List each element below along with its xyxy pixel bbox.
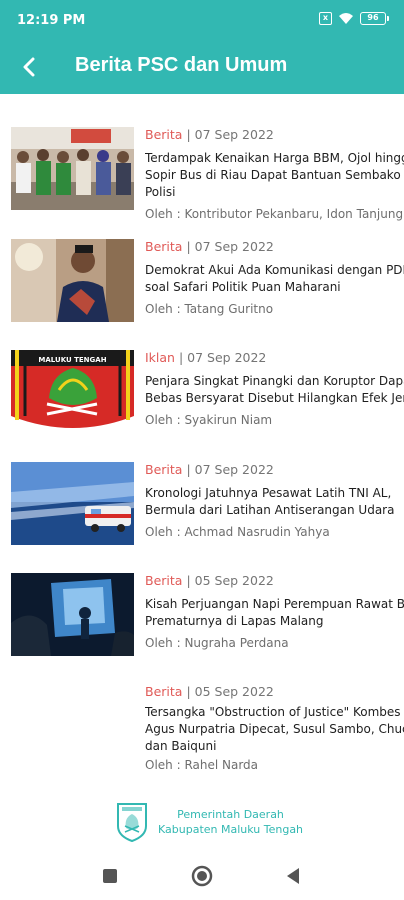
- news-category: Berita: [145, 684, 183, 699]
- news-category: Berita: [145, 127, 183, 142]
- footer-line-1: Pemerintah Daerah: [177, 808, 284, 821]
- news-text: Berita | 05 Sep 2022 Kisah Perjuangan Na…: [145, 573, 404, 651]
- news-item[interactable]: Berita | 05 Sep 2022 Tersangka "Obstruct…: [0, 684, 404, 804]
- status-icons: x 96: [319, 11, 389, 25]
- news-author: Oleh : Tatang Guritno: [145, 302, 274, 316]
- triangle-back-icon[interactable]: [282, 864, 306, 888]
- chevron-left-icon: [23, 57, 35, 77]
- news-meta: Berita | 05 Sep 2022: [145, 684, 274, 699]
- back-button[interactable]: [12, 50, 46, 84]
- news-meta: Berita | 05 Sep 2022: [145, 573, 274, 588]
- news-title: Demokrat Akui Ada Komunikasi dengan PDIP…: [145, 263, 404, 294]
- square-icon[interactable]: [98, 864, 122, 888]
- news-author: Oleh : Achmad Nasrudin Yahya: [145, 525, 330, 539]
- news-author: Oleh : Nugraha Perdana: [145, 636, 289, 650]
- news-date: 07 Sep 2022: [194, 462, 274, 477]
- page-title: Berita PSC dan Umum: [75, 54, 288, 76]
- footer-line-2: Kabupaten Maluku Tengah: [158, 823, 304, 836]
- news-item[interactable]: Berita | 07 Sep 2022 Kronologi Jatuhnya …: [0, 462, 404, 562]
- news-date: 05 Sep 2022: [194, 684, 274, 699]
- system-nav-bar: [0, 852, 404, 900]
- news-text: Berita | 07 Sep 2022 Kronologi Jatuhnya …: [145, 462, 404, 540]
- news-date: 07 Sep 2022: [187, 350, 267, 365]
- news-item[interactable]: Berita | 07 Sep 2022 Terdampak Kenaikan …: [0, 127, 404, 227]
- news-category: Iklan: [145, 350, 175, 365]
- news-title: Terdampak Kenaikan Harga BBM, Ojol hingg…: [145, 151, 404, 199]
- status-bar: 12:19 PM x 96: [0, 0, 404, 40]
- news-title: Kronologi Jatuhnya Pesawat Latih TNI AL,…: [145, 486, 395, 517]
- news-text: Iklan | 07 Sep 2022 Penjara Singkat Pina…: [145, 350, 404, 428]
- news-date: 07 Sep 2022: [194, 127, 274, 142]
- wifi-icon: [339, 13, 353, 24]
- footer-text: Pemerintah Daerah Kabupaten Maluku Tenga…: [158, 807, 303, 837]
- app-header: 12:19 PM x 96 Berita PSC dan Umum: [0, 0, 404, 94]
- news-thumbnail: [11, 573, 134, 656]
- news-meta: Berita | 07 Sep 2022: [145, 462, 274, 477]
- news-title: Penjara Singkat Pinangki dan Koruptor Da…: [145, 374, 404, 405]
- thumbnail-caption: MALUKU TENGAH: [38, 356, 106, 364]
- circle-icon[interactable]: [190, 864, 214, 888]
- news-author: Oleh : Rahel Narda: [145, 758, 259, 772]
- news-author: Oleh : Syakirun Niam: [145, 413, 273, 427]
- app-bar: Berita PSC dan Umum: [0, 40, 404, 94]
- news-thumbnail: [11, 239, 134, 322]
- sim-icon: x: [319, 11, 332, 25]
- news-category: Berita: [145, 462, 183, 477]
- news-author: Oleh : Kontributor Pekanbaru, Idon Tanju…: [145, 207, 404, 221]
- battery-icon: 96: [360, 11, 389, 25]
- news-title: Kisah Perjuangan Napi Perempuan Rawat Ba…: [145, 597, 404, 628]
- news-meta: Berita | 07 Sep 2022: [145, 239, 274, 254]
- news-meta: Iklan | 07 Sep 2022: [145, 350, 267, 365]
- news-thumbnail: [11, 127, 134, 210]
- news-item[interactable]: Berita | 05 Sep 2022 Kisah Perjuangan Na…: [0, 573, 404, 673]
- news-item[interactable]: MALUKU TENGAH Iklan | 07 Sep 2022 Penjar…: [0, 350, 404, 450]
- news-category: Berita: [145, 573, 183, 588]
- news-item[interactable]: Berita | 07 Sep 2022 Demokrat Akui Ada K…: [0, 239, 404, 339]
- news-meta: Berita | 07 Sep 2022: [145, 127, 274, 142]
- news-date: 07 Sep 2022: [194, 239, 274, 254]
- news-text: Berita | 05 Sep 2022 Tersangka "Obstruct…: [145, 684, 404, 773]
- news-text: Berita | 07 Sep 2022 Terdampak Kenaikan …: [145, 127, 404, 222]
- news-title: Tersangka "Obstruction of Justice" Kombe…: [145, 705, 404, 753]
- news-text: Berita | 07 Sep 2022 Demokrat Akui Ada K…: [145, 239, 404, 317]
- news-date: 05 Sep 2022: [194, 573, 274, 588]
- news-category: Berita: [145, 239, 183, 254]
- status-time: 12:19 PM: [17, 13, 86, 28]
- maluku-tengah-crest-icon: [117, 803, 147, 842]
- news-thumbnail: [11, 462, 134, 545]
- news-thumbnail: MALUKU TENGAH: [11, 350, 134, 433]
